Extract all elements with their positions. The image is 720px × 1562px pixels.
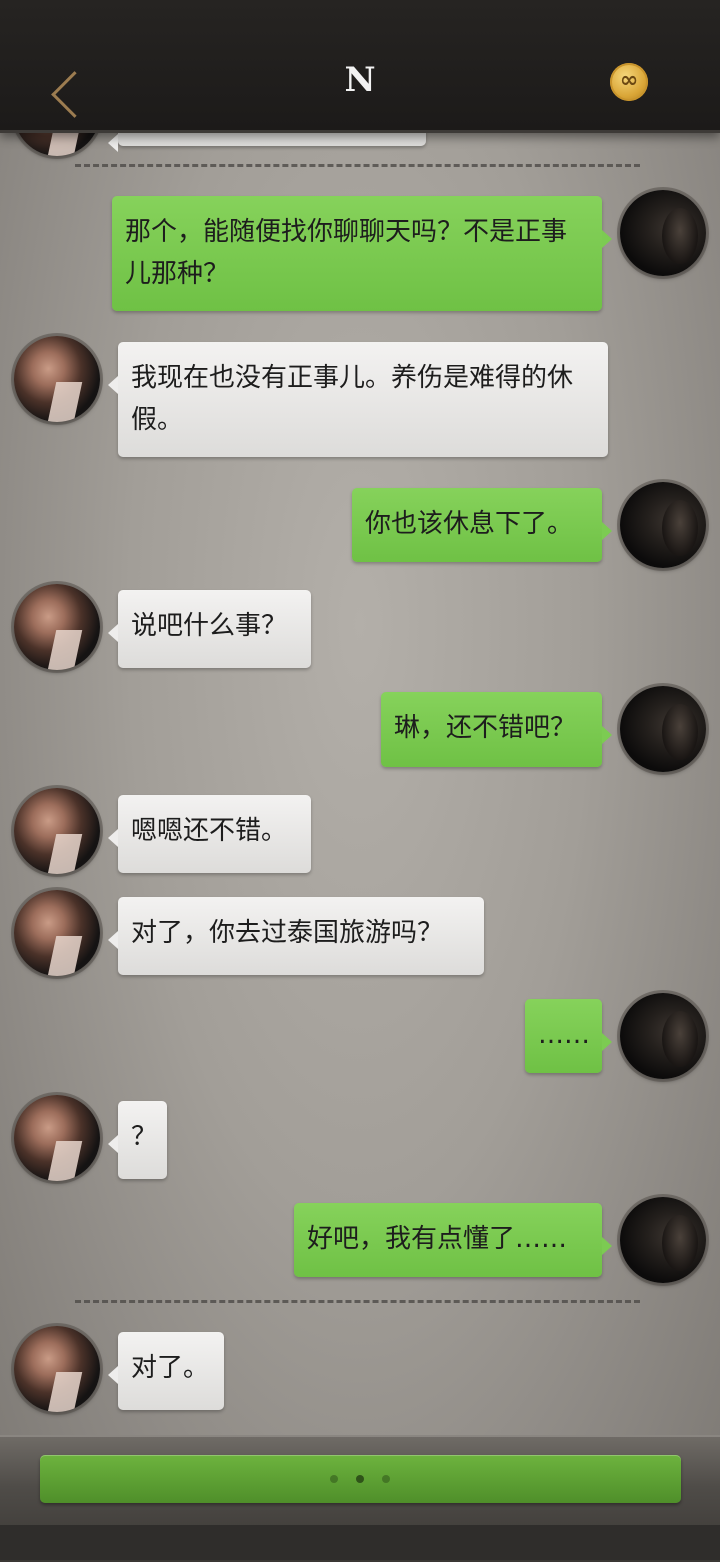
contact-avatar[interactable] bbox=[14, 1326, 100, 1412]
message-bubble-sent: 好吧，我有点懂了…… bbox=[294, 1203, 612, 1277]
contact-avatar[interactable] bbox=[14, 890, 100, 976]
message-bubble-received: 对了，你去过泰国旅游吗？ bbox=[108, 897, 484, 975]
contact-avatar[interactable] bbox=[14, 788, 100, 874]
top-bar: N ∞ bbox=[0, 0, 720, 133]
contact-avatar[interactable] bbox=[14, 336, 100, 422]
message-bubble-received: 说吧什么事？ bbox=[108, 590, 311, 668]
user-avatar[interactable] bbox=[620, 1197, 706, 1283]
section-divider bbox=[75, 1300, 640, 1303]
message-bubble-received: 对了。 bbox=[108, 1332, 224, 1410]
user-avatar[interactable] bbox=[620, 190, 706, 276]
section-divider bbox=[75, 164, 640, 167]
user-avatar[interactable] bbox=[620, 993, 706, 1079]
contact-avatar[interactable] bbox=[14, 1095, 100, 1181]
system-nav-bar bbox=[0, 1525, 720, 1560]
message-bubble-sent: 你也该休息下了。 bbox=[352, 488, 612, 562]
user-avatar[interactable] bbox=[620, 482, 706, 568]
message-bubble-sent: 那个，能随便找你聊聊天吗？不是正事儿那种？ bbox=[112, 196, 612, 311]
contact-avatar[interactable] bbox=[14, 584, 100, 670]
message-bubble-received: ？ bbox=[108, 1101, 167, 1179]
infinity-coin-icon[interactable]: ∞ bbox=[610, 63, 648, 101]
pager-dot-active bbox=[356, 1475, 364, 1483]
user-avatar[interactable] bbox=[620, 686, 706, 772]
message-bubble-received: 嗯嗯还不错。 bbox=[108, 795, 311, 873]
message-bubble-sent: 琳，还不错吧？ bbox=[381, 692, 612, 767]
chat-screen: N ∞ 那个，能随便找你聊聊天吗？不是正事儿那种？ 我现在也没有正事儿。养伤是难… bbox=[0, 0, 720, 1562]
message-bubble-received: 我现在也没有正事儿。养伤是难得的休假。 bbox=[108, 342, 608, 457]
pager-dot bbox=[330, 1475, 338, 1483]
message-bubble-sent: …… bbox=[525, 999, 612, 1073]
pager-dot bbox=[382, 1475, 390, 1483]
